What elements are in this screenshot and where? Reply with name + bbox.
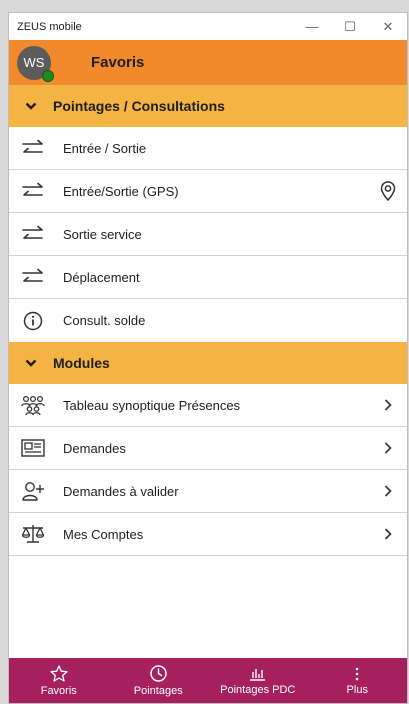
list-item-demandes-a-valider[interactable]: Demandes à valider — [9, 470, 407, 513]
news-icon — [21, 436, 45, 460]
nav-item-favoris[interactable]: Favoris — [9, 658, 109, 703]
app-window: ZEUS mobile — ☐ ✕ WS Favoris Pointages /… — [8, 12, 408, 704]
list-item-label: Entrée/Sortie (GPS) — [63, 183, 179, 199]
list-item-label: Tableau synoptique Présences — [63, 397, 241, 413]
nav-item-label: Pointages — [133, 684, 183, 697]
maximize-button[interactable]: ☐ — [331, 13, 369, 40]
list-item-entree-sortie-gps[interactable]: Entrée/Sortie (GPS) — [9, 170, 407, 213]
nav-item-pointages-pdc[interactable]: Pointages PDC — [208, 658, 308, 703]
nav-item-pointages[interactable]: Pointages — [109, 658, 209, 703]
info-icon — [21, 309, 45, 333]
app-header: WS Favoris — [9, 40, 407, 85]
list-item-mes-comptes[interactable]: Mes Comptes — [9, 513, 407, 556]
minimize-button[interactable]: — — [293, 13, 331, 40]
list-item-deplacement[interactable]: Déplacement — [9, 256, 407, 299]
swap-arrows-icon — [21, 179, 45, 203]
title-bar: ZEUS mobile — ☐ ✕ — [9, 13, 407, 40]
more-vertical-icon — [355, 667, 359, 680]
bottom-navigation: Favoris Pointages Pointages PDC Plus — [9, 658, 407, 703]
chevron-right-icon — [379, 481, 397, 501]
swap-arrows-icon — [21, 265, 45, 289]
balance-scale-icon — [21, 522, 45, 546]
list-item-label: Demandes — [63, 440, 126, 456]
list-item-consult-solde[interactable]: Consult. solde — [9, 299, 407, 342]
add-person-icon — [21, 479, 45, 503]
swap-arrows-icon — [21, 136, 45, 160]
chevron-right-icon — [379, 395, 397, 415]
section-header-pointages[interactable]: Pointages / Consultations — [9, 85, 407, 127]
bar-chart-icon — [250, 668, 266, 681]
list-item-entree-sortie[interactable]: Entrée / Sortie — [9, 127, 407, 170]
list-item-label: Consult. solde — [63, 313, 146, 328]
list-item-label: Déplacement — [63, 269, 140, 285]
nav-item-label: Favoris — [40, 684, 77, 697]
avatar[interactable]: WS — [17, 45, 54, 82]
list-item-sortie-service[interactable]: Sortie service — [9, 213, 407, 256]
avatar-initials: WS — [23, 55, 45, 70]
list-item-label: Demandes à valider — [63, 483, 179, 499]
list-item-label: Mes Comptes — [63, 526, 144, 542]
section-title: Modules — [53, 355, 110, 371]
section-header-modules[interactable]: Modules — [9, 342, 407, 384]
swap-arrows-icon — [21, 222, 45, 246]
list-item-label: Entrée / Sortie — [63, 140, 147, 156]
chevron-right-icon — [379, 438, 397, 458]
list-item-tableau-synoptique[interactable]: Tableau synoptique Présences — [9, 384, 407, 427]
chevron-down-icon — [25, 359, 37, 367]
star-icon — [50, 664, 68, 682]
page-title: Favoris — [91, 54, 145, 71]
presence-indicator — [42, 69, 54, 82]
clock-icon — [150, 664, 167, 682]
section-title: Pointages / Consultations — [53, 98, 225, 114]
window-title: ZEUS mobile — [17, 20, 82, 33]
location-pin-icon[interactable] — [379, 181, 397, 201]
list-item-demandes[interactable]: Demandes — [9, 427, 407, 470]
chevron-down-icon — [25, 102, 37, 110]
people-group-icon — [21, 393, 45, 417]
nav-item-label: Plus — [346, 683, 368, 696]
list-item-label: Sortie service — [63, 226, 142, 242]
close-button[interactable]: ✕ — [369, 13, 407, 40]
nav-item-plus[interactable]: Plus — [308, 658, 408, 703]
nav-item-label: Pointages PDC — [220, 683, 296, 696]
chevron-right-icon — [379, 524, 397, 544]
